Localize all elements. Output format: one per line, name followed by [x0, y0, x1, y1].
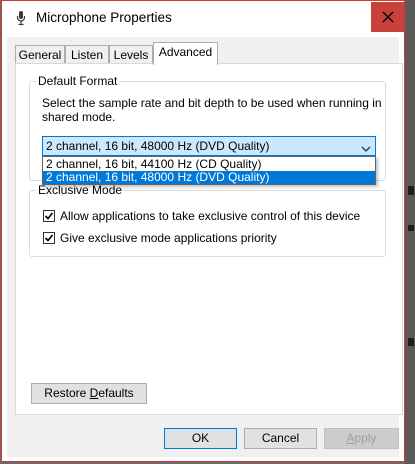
- checkmark-icon: [44, 234, 54, 242]
- tab-general[interactable]: General: [15, 45, 65, 64]
- exclusive-mode-legend: Exclusive Mode: [36, 183, 125, 197]
- restore-defaults-button[interactable]: Restore Defaults: [31, 383, 147, 404]
- default-format-legend: Default Format: [36, 74, 120, 88]
- background-desktop-strip: [405, 0, 415, 464]
- background-mark: [408, 186, 414, 195]
- close-icon: [382, 11, 393, 23]
- title-bar[interactable]: Microphone Properties: [2, 1, 404, 37]
- exclusive-control-checkbox[interactable]: [43, 210, 55, 222]
- exclusive-priority-checkbox-row[interactable]: Give exclusive mode applications priorit…: [43, 230, 277, 246]
- restore-defaults-label-prefix: Restore: [44, 386, 90, 400]
- exclusive-priority-label: Give exclusive mode applications priorit…: [60, 231, 277, 245]
- apply-accelerator: A: [346, 431, 355, 445]
- microphone-icon: [16, 10, 26, 26]
- tab-listen[interactable]: Listen: [65, 45, 109, 64]
- default-format-description: Select the sample rate and bit depth to …: [42, 96, 382, 124]
- checkmark-icon: [44, 212, 54, 220]
- background-mark: [408, 225, 414, 231]
- restore-defaults-label-suffix: efaults: [98, 386, 134, 400]
- close-button[interactable]: [371, 2, 404, 32]
- tab-levels[interactable]: Levels: [109, 45, 153, 64]
- chevron-down-icon: [361, 142, 371, 156]
- sample-rate-selected-value: 2 channel, 16 bit, 48000 Hz (DVD Quality…: [46, 139, 270, 153]
- cancel-button[interactable]: Cancel: [244, 428, 317, 449]
- exclusive-control-label: Allow applications to take exclusive con…: [60, 209, 361, 223]
- microphone-properties-dialog: Microphone Properties General Listen Lev…: [1, 0, 405, 462]
- sample-rate-option-dvd[interactable]: 2 channel, 16 bit, 48000 Hz (DVD Quality…: [43, 171, 375, 184]
- sample-rate-dropdown-list: 2 channel, 16 bit, 44100 Hz (CD Quality)…: [42, 156, 376, 185]
- apply-label-suffix: pply: [354, 431, 377, 445]
- tab-advanced[interactable]: Advanced: [153, 42, 218, 65]
- sample-rate-select[interactable]: 2 channel, 16 bit, 48000 Hz (DVD Quality…: [42, 136, 376, 156]
- exclusive-priority-checkbox[interactable]: [43, 232, 55, 244]
- exclusive-control-checkbox-row[interactable]: Allow applications to take exclusive con…: [43, 208, 360, 224]
- window-title: Microphone Properties: [36, 10, 172, 25]
- apply-button[interactable]: Apply: [324, 428, 399, 449]
- ok-button[interactable]: OK: [164, 428, 237, 449]
- background-mark: [408, 338, 414, 346]
